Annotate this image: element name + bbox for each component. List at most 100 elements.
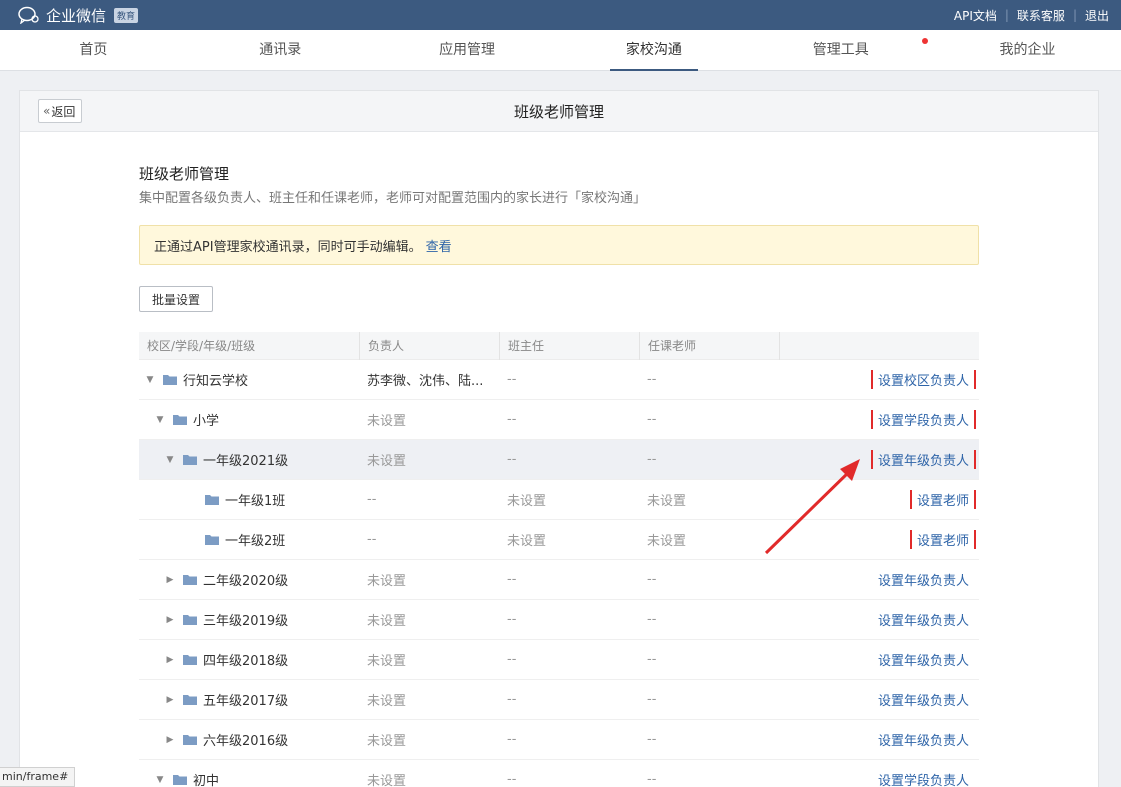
folder-icon bbox=[205, 494, 219, 505]
folder-icon bbox=[163, 374, 177, 385]
org-cell: ▼ 初中 bbox=[139, 770, 359, 787]
row-action-link[interactable]: 设置年级负责人 bbox=[878, 654, 969, 669]
row-action-link[interactable]: 设置学段负责人 bbox=[878, 774, 969, 787]
folder-icon bbox=[173, 774, 187, 785]
folder-icon bbox=[173, 414, 187, 425]
org-name: 一年级1班 bbox=[225, 494, 286, 509]
org-cell: ▶ 五年级2017级 bbox=[139, 690, 359, 709]
table-row: ▼ 小学 未设置 -- -- 设置学段负责人 bbox=[139, 400, 979, 440]
nav-tab[interactable]: 管理工具 bbox=[797, 30, 885, 71]
folder-icon bbox=[183, 574, 197, 585]
divider: | bbox=[1072, 8, 1077, 22]
action-cell: 设置老师 bbox=[779, 530, 979, 549]
section-title: 班级老师管理 bbox=[139, 165, 230, 183]
teachers-cell: -- bbox=[647, 732, 657, 747]
head-teacher-cell: -- bbox=[507, 772, 517, 787]
row-action-link[interactable]: 设置学段负责人 bbox=[870, 410, 976, 429]
org-cell: ▶ 四年级2018级 bbox=[139, 650, 359, 669]
action-cell: 设置老师 bbox=[779, 490, 979, 509]
header-teachers: 任课老师 bbox=[639, 331, 779, 360]
notification-dot-icon bbox=[922, 38, 929, 44]
edu-badge: 教育 bbox=[114, 7, 139, 23]
row-action-link[interactable]: 设置老师 bbox=[909, 530, 976, 549]
head-teacher-cell: -- bbox=[507, 372, 517, 387]
caret-right-icon[interactable]: ▶ bbox=[165, 735, 175, 745]
nav-tab[interactable]: 首页 bbox=[63, 30, 123, 71]
brand[interactable]: 企业微信 教育 bbox=[18, 5, 139, 26]
table-row: ▼一年级2班 -- 未设置 未设置 设置老师 bbox=[139, 520, 979, 560]
row-action-link[interactable]: 设置年级负责人 bbox=[878, 694, 969, 709]
nav-tab[interactable]: 通讯录 bbox=[243, 30, 317, 71]
nav-item: 通讯录 bbox=[187, 30, 374, 70]
org-name: 二年级2020级 bbox=[203, 574, 289, 589]
caret-right-icon[interactable]: ▶ bbox=[165, 575, 175, 585]
brand-name: 企业微信 bbox=[46, 6, 107, 25]
nav-tab[interactable]: 我的企业 bbox=[984, 30, 1072, 71]
main-panel: « 返回 班级老师管理 班级老师管理 集中配置各级负责人、班主任和任课老师，老师… bbox=[19, 90, 1099, 787]
teachers-cell: -- bbox=[647, 692, 657, 707]
owner-cell: -- bbox=[367, 492, 377, 507]
row-action-link[interactable]: 设置老师 bbox=[909, 490, 976, 509]
logout-link[interactable]: 退出 bbox=[1085, 7, 1109, 24]
table-row: ▼一年级1班 -- 未设置 未设置 设置老师 bbox=[139, 480, 979, 520]
row-action-link[interactable]: 设置年级负责人 bbox=[878, 734, 969, 749]
caret-right-icon[interactable]: ▶ bbox=[165, 655, 175, 665]
row-action-link[interactable]: 设置年级负责人 bbox=[878, 574, 969, 589]
head-teacher-cell: -- bbox=[507, 572, 517, 587]
back-button[interactable]: « 返回 bbox=[38, 99, 83, 123]
org-cell: ▶ 二年级2020级 bbox=[139, 570, 359, 589]
bulk-set-button[interactable]: 批量设置 bbox=[139, 286, 213, 312]
teachers-cell: -- bbox=[647, 372, 657, 387]
org-cell: ▼ 小学 bbox=[139, 410, 359, 429]
nav-item: 家校沟通 bbox=[560, 30, 747, 71]
org-name: 初中 bbox=[193, 774, 220, 787]
action-cell: 设置年级负责人 bbox=[779, 570, 979, 589]
top-bar: 企业微信 教育 API文档 | 联系客服 | 退出 bbox=[0, 0, 1121, 30]
double-chevron-left-icon: « bbox=[43, 104, 51, 118]
nav-item: 首页 bbox=[0, 30, 187, 70]
main-nav: 首页 通讯录 应用管理 家校沟通 管理工具 我的企业 bbox=[0, 30, 1121, 71]
contact-support-link[interactable]: 联系客服 bbox=[1017, 7, 1065, 24]
caret-down-icon[interactable]: ▼ bbox=[165, 455, 175, 465]
row-action-link[interactable]: 设置校区负责人 bbox=[870, 370, 976, 389]
org-name: 六年级2016级 bbox=[203, 734, 289, 749]
divider: | bbox=[1004, 8, 1009, 22]
org-cell: ▶ 三年级2019级 bbox=[139, 610, 359, 629]
header-owner: 负责人 bbox=[359, 331, 499, 360]
table-row: ▶ 二年级2020级 未设置 -- -- 设置年级负责人 bbox=[139, 560, 979, 600]
owner-cell: 苏李微、沈伟、陆... bbox=[367, 374, 484, 389]
caret-down-icon[interactable]: ▼ bbox=[155, 775, 165, 785]
action-cell: 设置年级负责人 bbox=[779, 610, 979, 629]
org-name: 四年级2018级 bbox=[203, 654, 289, 669]
nav-tab[interactable]: 家校沟通 bbox=[609, 30, 698, 71]
api-docs-link[interactable]: API文档 bbox=[954, 7, 997, 24]
org-name: 一年级2021级 bbox=[203, 454, 289, 469]
owner-cell: 未设置 bbox=[367, 694, 407, 709]
head-teacher-cell: -- bbox=[507, 412, 517, 427]
nav-item: 我的企业 bbox=[934, 30, 1121, 70]
table-row: ▶ 三年级2019级 未设置 -- -- 设置年级负责人 bbox=[139, 600, 979, 640]
table-row: ▶ 五年级2017级 未设置 -- -- 设置年级负责人 bbox=[139, 680, 979, 720]
action-cell: 设置学段负责人 bbox=[779, 410, 979, 429]
nav-tab[interactable]: 应用管理 bbox=[423, 30, 511, 71]
caret-right-icon[interactable]: ▶ bbox=[165, 695, 175, 705]
caret-down-icon[interactable]: ▼ bbox=[145, 375, 155, 385]
content: 班级老师管理 集中配置各级负责人、班主任和任课老师，老师可对配置范围内的家长进行… bbox=[139, 163, 979, 787]
caret-right-icon[interactable]: ▶ bbox=[165, 615, 175, 625]
owner-cell: 未设置 bbox=[367, 574, 407, 589]
table-row: ▼ 行知云学校 苏李微、沈伟、陆... -- -- 设置校区负责人 bbox=[139, 360, 979, 400]
teacher-table: 校区/学段/年级/班级 负责人 班主任 任课老师 ▼ 行知云学校 苏李微、沈伟、陆.… bbox=[139, 331, 979, 787]
header-head-teacher: 班主任 bbox=[499, 331, 639, 360]
row-action-link[interactable]: 设置年级负责人 bbox=[870, 450, 976, 469]
head-teacher-cell: -- bbox=[507, 652, 517, 667]
caret-down-icon[interactable]: ▼ bbox=[155, 415, 165, 425]
action-cell: 设置年级负责人 bbox=[779, 730, 979, 749]
row-action-link[interactable]: 设置年级负责人 bbox=[878, 614, 969, 629]
teachers-cell: -- bbox=[647, 612, 657, 627]
annotation-highlight-box bbox=[870, 450, 976, 469]
owner-cell: -- bbox=[367, 532, 377, 547]
table-body: ▼ 行知云学校 苏李微、沈伟、陆... -- -- 设置校区负责人 ▼ 小学 未设置 -- -- 设置… bbox=[139, 360, 979, 787]
head-teacher-cell: -- bbox=[507, 452, 517, 467]
teachers-cell: -- bbox=[647, 652, 657, 667]
notice-view-link[interactable]: 查看 bbox=[426, 236, 452, 255]
